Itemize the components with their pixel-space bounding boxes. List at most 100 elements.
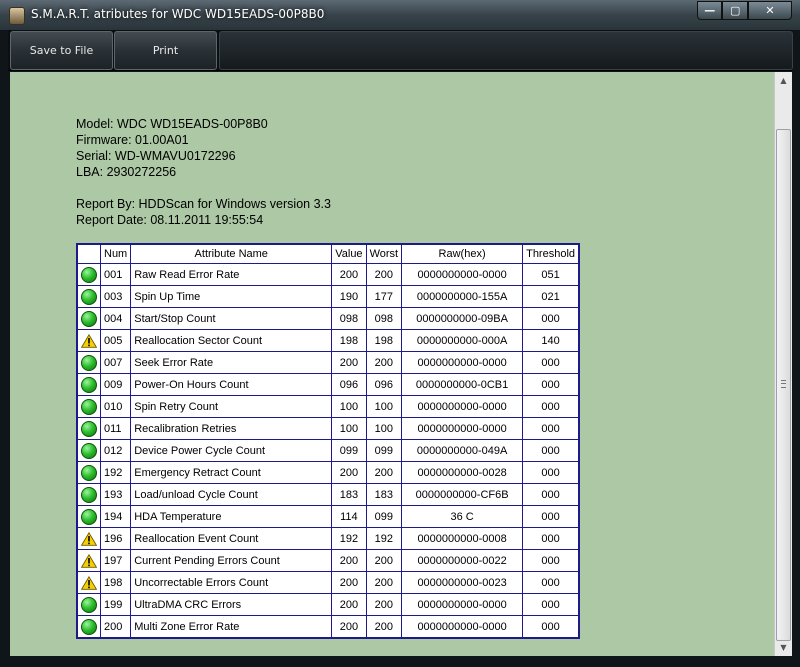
header-threshold: Threshold	[523, 245, 579, 263]
warning-triangle-icon	[81, 553, 97, 568]
attr-name: HDA Temperature	[131, 506, 332, 527]
table-row: 193 Load/unload Cycle Count 183 183 00000000…	[78, 484, 579, 505]
attr-raw: 0000000000-0000	[402, 616, 523, 637]
attr-threshold: 051	[523, 264, 579, 285]
attr-raw: 0000000000-0000	[402, 264, 523, 285]
warning-triangle-icon	[81, 333, 97, 348]
table-row: 012 Device Power Cycle Count 099 099 0000000…	[78, 440, 579, 461]
attr-worst: 200	[366, 616, 402, 637]
vertical-scrollbar[interactable]: ▲ ▼	[774, 72, 792, 656]
table-row: 010 Spin Retry Count 100 100 0000000000-0000…	[78, 396, 579, 417]
status-cell	[78, 550, 100, 571]
attr-value: 099	[332, 440, 366, 461]
table-row: 200 Multi Zone Error Rate 200 200 0000000000…	[78, 616, 579, 637]
attr-num: 007	[101, 352, 131, 373]
scroll-thumb[interactable]	[776, 129, 791, 641]
attr-num: 196	[101, 528, 131, 549]
attr-worst: 099	[366, 506, 402, 527]
status-cell	[78, 286, 100, 307]
attr-num: 197	[101, 550, 131, 571]
attr-value: 200	[332, 550, 366, 571]
table-row: 197 Current Pending Errors Count 200 200 000…	[78, 550, 579, 571]
attr-threshold: 000	[523, 616, 579, 637]
scroll-up-arrow-icon[interactable]: ▲	[775, 72, 792, 89]
attr-worst: 198	[366, 330, 402, 351]
status-cell	[78, 528, 100, 549]
attr-num: 192	[101, 462, 131, 483]
attr-raw: 0000000000-0000	[402, 396, 523, 417]
attr-value: 190	[332, 286, 366, 307]
attr-name: Current Pending Errors Count	[131, 550, 332, 571]
attr-num: 194	[101, 506, 131, 527]
scroll-down-arrow-icon[interactable]: ▼	[775, 639, 792, 656]
green-status-icon	[81, 310, 97, 327]
save-to-file-button[interactable]: Save to File	[10, 31, 113, 70]
header-attribute-name: Attribute Name	[131, 245, 332, 263]
attr-threshold: 000	[523, 594, 579, 615]
attr-worst: 177	[366, 286, 402, 307]
header-worst: Worst	[366, 245, 402, 263]
attr-raw: 0000000000-155A	[402, 286, 523, 307]
table-row: 198 Uncorrectable Errors Count 200 200 00000…	[78, 572, 579, 593]
table-row: 199 UltraDMA CRC Errors 200 200 0000000000-0…	[78, 594, 579, 615]
attr-raw: 0000000000-0CB1	[402, 374, 523, 395]
toolbar: Save to File Print	[8, 30, 793, 71]
attr-threshold: 000	[523, 506, 579, 527]
green-status-icon	[81, 618, 97, 635]
attr-name: Start/Stop Count	[131, 308, 332, 329]
attr-name: Spin Retry Count	[131, 396, 332, 417]
attr-num: 011	[101, 418, 131, 439]
maximize-icon: ▢	[730, 4, 741, 17]
attr-value: 100	[332, 418, 366, 439]
attr-raw: 0000000000-0023	[402, 572, 523, 593]
status-cell	[78, 308, 100, 329]
title-bar[interactable]: S.M.A.R.T. atributes for WDC WD15EADS-00…	[0, 0, 800, 30]
toolbar-filler	[219, 31, 793, 70]
attr-name: Spin Up Time	[131, 286, 332, 307]
attr-name: Emergency Retract Count	[131, 462, 332, 483]
attr-num: 012	[101, 440, 131, 461]
attr-name: Raw Read Error Rate	[131, 264, 332, 285]
attr-name: Device Power Cycle Count	[131, 440, 332, 461]
close-button[interactable]: ✕	[747, 1, 792, 20]
attr-num: 005	[101, 330, 131, 351]
report-by-line: Report By: HDDScan for Windows version 3…	[76, 197, 331, 211]
green-status-icon	[81, 508, 97, 525]
attr-num: 010	[101, 396, 131, 417]
drive-info: Model: WDC WD15EADS-00P8B0 Firmware: 01.…	[76, 116, 331, 228]
attr-num: 001	[101, 264, 131, 285]
status-cell	[78, 418, 100, 439]
attr-value: 198	[332, 330, 366, 351]
green-status-icon	[81, 442, 97, 459]
attr-name: Power-On Hours Count	[131, 374, 332, 395]
green-status-icon	[81, 288, 97, 305]
table-row: 005 Reallocation Sector Count 198 198 000000…	[78, 330, 579, 351]
maximize-button[interactable]: ▢	[722, 1, 748, 20]
table-body: 001 Raw Read Error Rate 200 200 0000000000-0…	[78, 264, 579, 637]
header-status	[78, 245, 100, 263]
status-cell	[78, 330, 100, 351]
attr-threshold: 000	[523, 528, 579, 549]
attr-value: 114	[332, 506, 366, 527]
minimize-button[interactable]: —	[697, 1, 723, 20]
attr-value: 200	[332, 572, 366, 593]
green-status-icon	[81, 376, 97, 393]
table-row: 007 Seek Error Rate 200 200 0000000000-0000 0…	[78, 352, 579, 373]
status-cell	[78, 484, 100, 505]
attr-worst: 098	[366, 308, 402, 329]
attr-value: 096	[332, 374, 366, 395]
print-button[interactable]: Print	[114, 31, 217, 70]
attr-name: Reallocation Event Count	[131, 528, 332, 549]
attr-threshold: 000	[523, 572, 579, 593]
attr-worst: 200	[366, 264, 402, 285]
smart-window: S.M.A.R.T. atributes for WDC WD15EADS-00…	[0, 0, 800, 667]
attr-raw: 0000000000-0028	[402, 462, 523, 483]
attr-threshold: 000	[523, 418, 579, 439]
status-cell	[78, 396, 100, 417]
green-status-icon	[81, 266, 97, 283]
status-cell	[78, 352, 100, 373]
attr-name: Multi Zone Error Rate	[131, 616, 332, 637]
attr-num: 009	[101, 374, 131, 395]
attr-threshold: 000	[523, 352, 579, 373]
